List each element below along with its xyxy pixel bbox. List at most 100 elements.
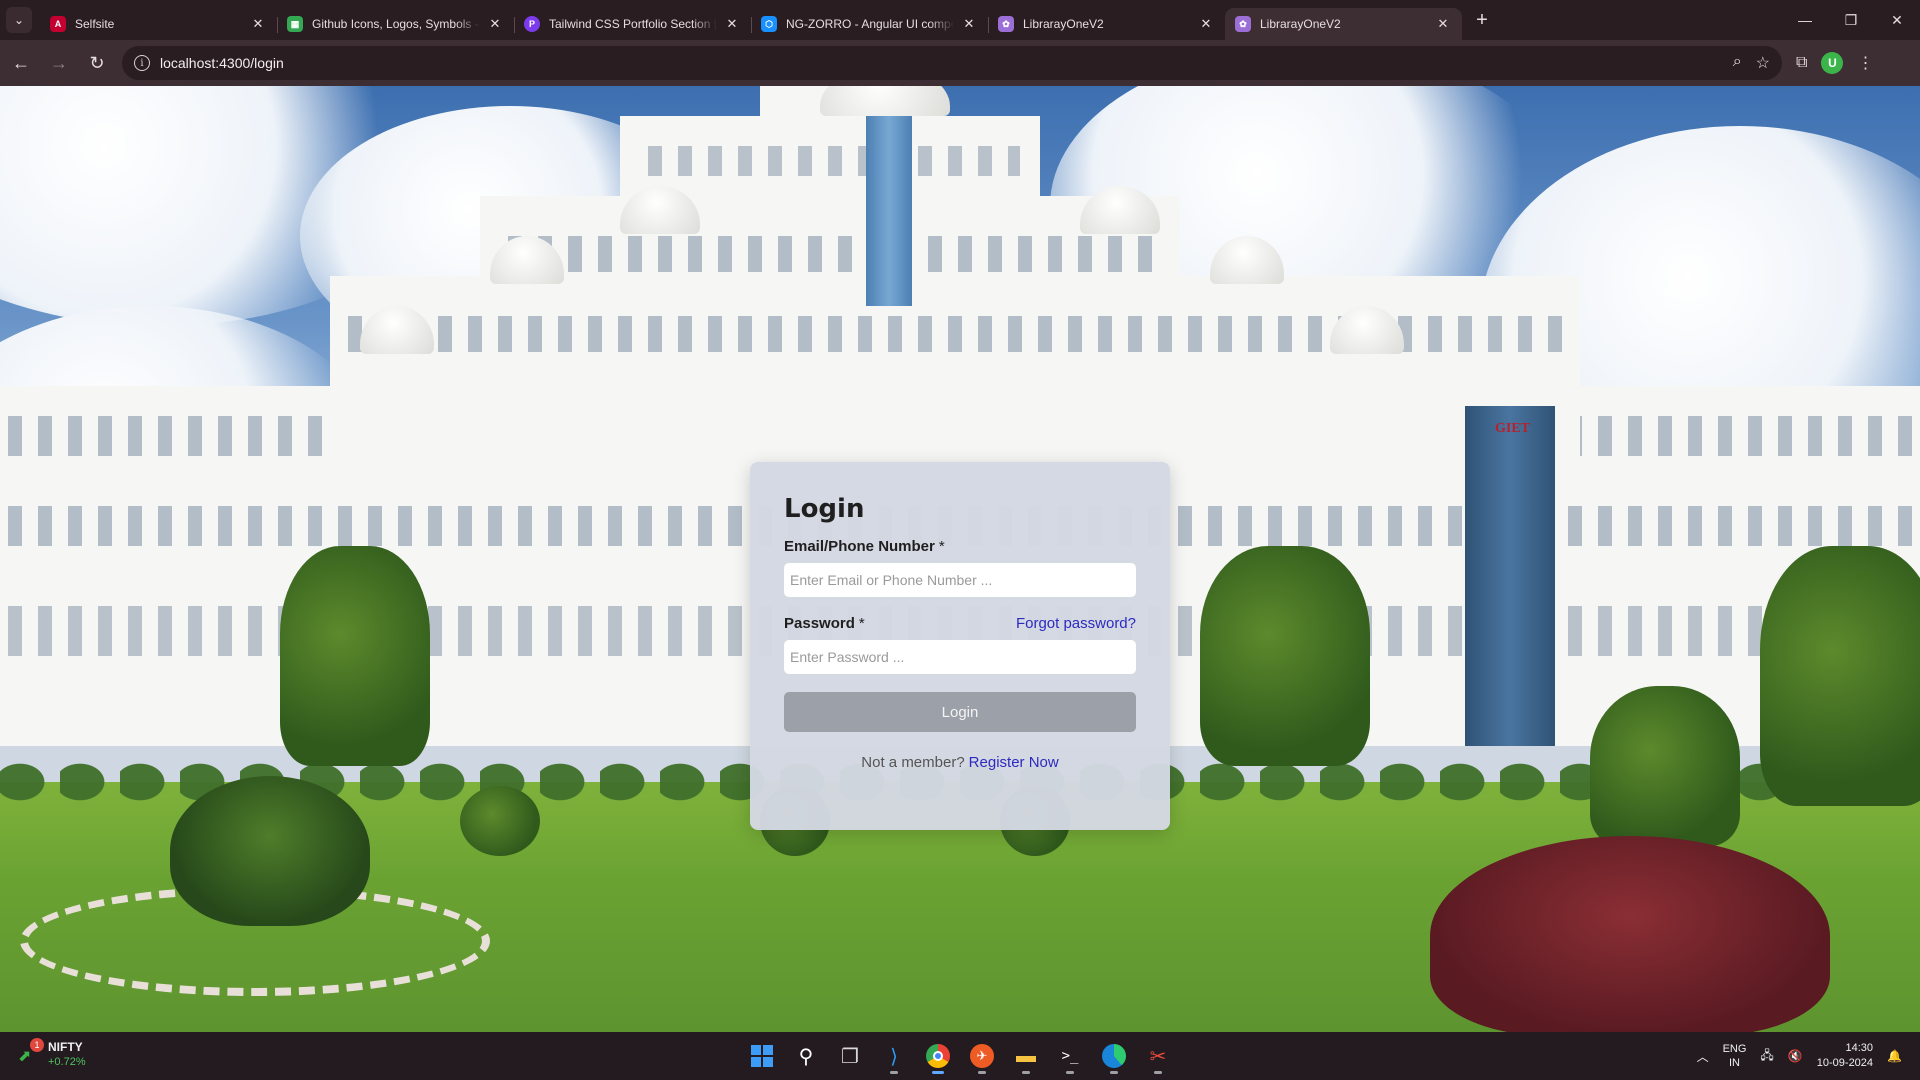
email-label: Email/Phone Number [784, 538, 935, 555]
close-icon[interactable]: ✕ [960, 15, 978, 33]
close-icon[interactable]: ✕ [1434, 15, 1452, 33]
app-logo-icon: ✿ [1235, 16, 1251, 32]
postman-icon[interactable]: ✈ [964, 1038, 1000, 1074]
tab-libraryonev2-active[interactable]: ✿ LibrarayOneV2 ✕ [1225, 8, 1462, 40]
shrub [460, 786, 540, 856]
pine-tree [1590, 686, 1740, 846]
angular-logo-icon: A [50, 16, 66, 32]
volume-muted-icon[interactable]: 🔇 [1788, 1049, 1803, 1063]
login-button[interactable]: Login [784, 692, 1136, 732]
tab-search-icon[interactable]: ⌄ [6, 7, 32, 33]
tab-libraryonev2[interactable]: ✿ LibrarayOneV2 ✕ [988, 8, 1225, 40]
tab-ng-zorro[interactable]: ⬡ NG-ZORRO - Angular UI compo ✕ [751, 8, 989, 40]
back-icon[interactable]: ← [4, 46, 38, 80]
tab-title: Selfsite [75, 17, 115, 31]
window-row [500, 236, 1160, 272]
tab-selfsite[interactable]: A Selfsite ✕ [40, 8, 278, 40]
network-icon[interactable]: 🖧 [1760, 1046, 1773, 1067]
task-view-icon[interactable]: ❐ [832, 1038, 868, 1074]
red-bush [1430, 836, 1830, 1032]
password-label-row: Password * Forgot password? [784, 615, 1136, 632]
restore-icon[interactable]: ❐ [1828, 0, 1874, 40]
terminal-icon[interactable]: >_ [1052, 1038, 1088, 1074]
palm-tree [1760, 546, 1920, 806]
minimize-icon[interactable]: — [1782, 0, 1828, 40]
palm-tree [1200, 546, 1370, 766]
notification-badge: 1 [30, 1038, 44, 1052]
glass-tower-center [866, 106, 912, 306]
new-tab-button[interactable]: + [1468, 6, 1496, 34]
app-logo-icon: ✿ [998, 16, 1014, 32]
search-icon[interactable]: ⚲ [788, 1038, 824, 1074]
login-title: Login [784, 494, 865, 524]
menu-kebab-icon[interactable]: ⋮ [1857, 53, 1873, 73]
reload-icon[interactable]: ↻ [80, 46, 114, 80]
system-tray: ︿ ENG IN 🖧 🔇 14:30 10-09-2024 🔔 [1697, 1032, 1902, 1080]
palm-tree [170, 776, 370, 926]
profile-avatar[interactable]: U [1821, 52, 1844, 74]
password-label: Password [784, 615, 855, 632]
dome [820, 86, 950, 116]
required-mark: * [938, 538, 945, 555]
address-bar[interactable]: i localhost:4300/login ⌕ ☆ [122, 46, 1782, 80]
tab-title: NG-ZORRO - Angular UI compo [786, 17, 954, 31]
window-controls: — ❐ ✕ [1782, 0, 1920, 40]
site-info-icon[interactable]: i [134, 55, 150, 71]
register-row: Not a member? Register Now [784, 754, 1136, 771]
stock-widget[interactable]: ⬈ 1 NIFTY +0.72% [18, 1038, 86, 1068]
chrome-icon[interactable] [920, 1038, 956, 1074]
register-now-link[interactable]: Register Now [969, 754, 1059, 771]
clock-date: 10-09-2024 [1816, 1057, 1874, 1069]
lang-region: IN [1729, 1057, 1740, 1069]
stock-trend-icon: ⬈ 1 [18, 1038, 44, 1068]
snipping-tool-icon[interactable]: ✂ [1140, 1038, 1176, 1074]
tab-title: Github Icons, Logos, Symbols - [312, 17, 479, 31]
close-icon[interactable]: ✕ [249, 15, 267, 33]
tab-title: LibrarayOneV2 [1023, 17, 1104, 31]
close-icon[interactable]: ✕ [723, 15, 741, 33]
login-card: Login Email/Phone Number* Password* Forg… [750, 462, 1170, 830]
close-window-icon[interactable]: ✕ [1874, 0, 1920, 40]
lang-code: ENG [1722, 1043, 1747, 1055]
glass-tower-right [1465, 406, 1555, 746]
forward-icon[interactable]: → [42, 46, 76, 80]
clock-time: 14:30 [1845, 1042, 1874, 1054]
register-prompt: Not a member? [861, 754, 965, 771]
browser-toolbar: ← → ↻ i localhost:4300/login ⌕ ☆ ⧉ U ⋮ [0, 40, 1920, 86]
tab-strip: ⌄ A Selfsite ✕ ▦ Github Icons, Logos, Sy… [0, 0, 1920, 40]
address-text[interactable]: localhost:4300/login [160, 55, 284, 71]
email-label-row: Email/Phone Number * [784, 538, 1136, 555]
ng-zorro-icon: ⬡ [761, 16, 777, 32]
email-input[interactable] [784, 563, 1136, 597]
tab-github-icons[interactable]: ▦ Github Icons, Logos, Symbols - ✕ [277, 8, 515, 40]
extensions-icon[interactable]: ⧉ [1796, 54, 1807, 72]
notification-bell-icon[interactable]: 🔔 [1887, 1049, 1902, 1063]
zoom-icon[interactable]: ⌕ [1733, 53, 1742, 73]
widget-change: +0.72% [48, 1056, 86, 1068]
bookmark-star-icon[interactable]: ☆ [1756, 53, 1770, 73]
chevron-up-icon[interactable]: ︿ [1697, 1048, 1709, 1065]
password-input[interactable] [784, 640, 1136, 674]
page-viewport: GIET Login Email/Phone Number* Password*… [0, 86, 1920, 1032]
tab-title: LibrarayOneV2 [1260, 17, 1341, 31]
tab-title: Tailwind CSS Portfolio Section | [549, 17, 717, 31]
windows-start-icon[interactable] [744, 1038, 780, 1074]
close-icon[interactable]: ✕ [1197, 15, 1215, 33]
chat-bubble-icon: P [524, 16, 540, 32]
window-row [640, 146, 1020, 176]
taskbar-apps: ⚲ ❐ ⟩ ✈ ▬ >_ ✂ [744, 1038, 1176, 1074]
close-icon[interactable]: ✕ [486, 15, 504, 33]
widget-name: NIFTY [48, 1040, 83, 1054]
giet-sign: GIET [1495, 421, 1531, 436]
taskbar: ⬈ 1 NIFTY +0.72% ⚲ ❐ ⟩ ✈ ▬ >_ ✂ ︿ ENG IN [0, 1032, 1920, 1080]
sheets-icon: ▦ [287, 16, 303, 32]
palm-tree [280, 546, 430, 766]
vscode-icon[interactable]: ⟩ [876, 1038, 912, 1074]
clock[interactable]: 14:30 10-09-2024 [1817, 1041, 1873, 1071]
required-mark: * [858, 615, 865, 632]
forgot-password-link[interactable]: Forgot password? [1016, 615, 1136, 632]
tab-tailwind-portfolio[interactable]: P Tailwind CSS Portfolio Section | ✕ [514, 8, 752, 40]
edge-icon[interactable] [1096, 1038, 1132, 1074]
language-indicator[interactable]: ENG IN [1723, 1042, 1747, 1070]
file-explorer-icon[interactable]: ▬ [1008, 1038, 1044, 1074]
